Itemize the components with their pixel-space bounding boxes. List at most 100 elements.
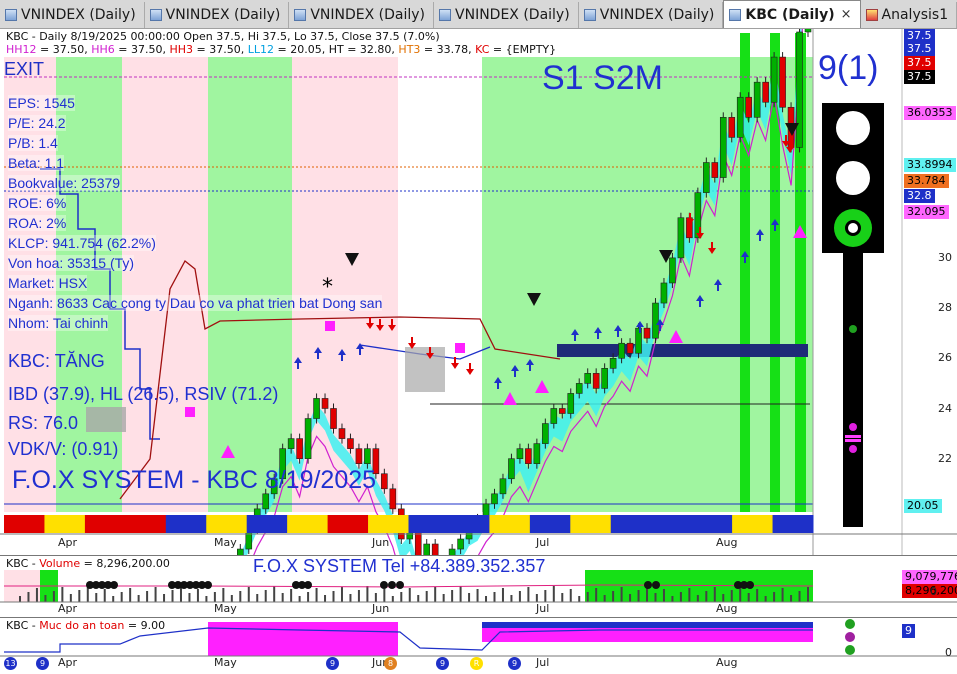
candle xyxy=(669,257,676,284)
price-header: KBC - Daily 8/19/2025 00:00:00 Open 37.5… xyxy=(6,30,440,43)
volume-bar xyxy=(518,591,521,602)
safety-badge: 9 xyxy=(508,657,521,670)
month-label: Jul xyxy=(536,602,550,615)
safety-panel[interactable]: KBC - Muc do an toan = 9.00 9 0 Apr May Ju… xyxy=(0,617,957,674)
consolidation-zone xyxy=(405,347,445,392)
volume-dot xyxy=(644,581,652,589)
volume-bar xyxy=(535,594,538,602)
candle xyxy=(753,81,761,118)
price-axis-box: 37.5 xyxy=(904,29,935,43)
close-icon[interactable]: × xyxy=(841,7,852,22)
volume-y-tick: 0 xyxy=(930,585,937,598)
volume-bar xyxy=(256,594,259,602)
volume-bar xyxy=(103,589,106,602)
volume-bar xyxy=(756,589,759,602)
volume-bar xyxy=(129,588,132,602)
header-prefix: KBC - xyxy=(6,557,40,570)
indicator-header-part: = 32.80, xyxy=(343,43,399,56)
indicator-header-part: = 33.78, xyxy=(420,43,476,56)
volume-bar xyxy=(230,595,233,602)
volume-bar xyxy=(612,591,615,602)
volume-bar xyxy=(442,594,445,602)
header-value: = 9.00 xyxy=(124,619,166,632)
volume-bar xyxy=(205,596,208,602)
trend-label: KBC: TĂNG xyxy=(8,351,105,371)
volume-bar xyxy=(35,588,38,602)
volume-bar xyxy=(171,590,174,602)
status-strip xyxy=(691,515,733,533)
signal-strength-bar xyxy=(843,253,863,527)
volume-bar xyxy=(722,594,725,602)
contact-title: F.O.X SYSTEM Tel +84.389.352.357 xyxy=(253,556,546,576)
volume-panel[interactable]: KBC - Volume = 8,296,200.00 F.O.X SYSTEM… xyxy=(0,555,957,617)
volume-bar xyxy=(662,589,665,602)
volume-bar xyxy=(27,592,30,602)
price-panel[interactable]: * KBC - Daily 8/19/2025 00:00:00 Open 37… xyxy=(0,29,957,555)
volume-bar xyxy=(290,589,293,602)
background-zone xyxy=(482,57,813,512)
candle xyxy=(567,393,575,414)
tab-vnindex-5[interactable]: VNINDEX (Daily) xyxy=(579,2,724,28)
price-axis-box: 32.8 xyxy=(904,189,935,203)
candle xyxy=(457,538,464,550)
candle xyxy=(262,493,270,510)
indicator-header-part: HT3 xyxy=(398,43,421,56)
candle xyxy=(347,438,354,449)
volume-bar xyxy=(112,596,115,602)
volume-dot xyxy=(388,581,396,589)
tab-label: VNINDEX (Daily) xyxy=(165,7,281,23)
status-strip xyxy=(529,515,571,533)
stage-label: S1 S2M xyxy=(542,59,663,97)
volume-bar xyxy=(637,590,640,602)
chart-icon xyxy=(5,9,17,21)
price-y-tick: 30 xyxy=(938,251,952,264)
volume-bar xyxy=(459,586,462,602)
volume-bar xyxy=(501,588,504,602)
volume-bar xyxy=(400,592,403,602)
volume-dot xyxy=(110,581,118,589)
analysis-icon xyxy=(865,9,878,21)
candle xyxy=(584,373,591,384)
candle xyxy=(703,162,710,193)
fundamental-item: EPS: 1545 xyxy=(8,95,75,111)
fundamental-item: Market: HSX xyxy=(8,275,88,291)
volume-bar xyxy=(19,596,21,602)
tab-vnindex-2[interactable]: VNINDEX (Daily) xyxy=(145,2,290,28)
background-zone xyxy=(122,57,208,512)
volume-bar xyxy=(163,594,166,602)
tab-vnindex-1[interactable]: VNINDEX (Daily) xyxy=(0,2,145,28)
fundamental-item: P/E: 24.2 xyxy=(8,115,66,131)
volume-bar xyxy=(408,588,411,602)
volume-bar xyxy=(374,593,377,602)
app-window: VNINDEX (Daily) VNINDEX (Daily) VNINDEX … xyxy=(0,0,957,674)
light-red-off xyxy=(836,111,870,145)
volume-bar xyxy=(476,589,479,602)
safety-status-dot xyxy=(845,645,855,655)
chart-icon xyxy=(583,9,596,21)
tab-vnindex-4[interactable]: VNINDEX (Daily) xyxy=(434,2,579,28)
volume-bar xyxy=(730,590,733,602)
month-label: Jul xyxy=(536,656,550,669)
chart-icon xyxy=(149,9,162,21)
volume-bar xyxy=(679,592,682,602)
indicator-header-part: KC xyxy=(475,43,490,56)
safety-badge: 9 xyxy=(326,657,339,670)
volume-bar xyxy=(273,586,276,602)
light-yellow-off xyxy=(836,161,870,195)
volume-bar xyxy=(239,591,242,602)
volume-bar xyxy=(95,593,98,602)
background-zone xyxy=(398,57,482,512)
safety-y-tick: 0 xyxy=(945,646,952,659)
tab-label: Analysis1 xyxy=(881,7,949,23)
chart-icon xyxy=(439,9,452,21)
volume-bar xyxy=(366,586,369,602)
price-axis-box: 33.8994 xyxy=(904,158,956,172)
tab-vnindex-3[interactable]: VNINDEX (Daily) xyxy=(289,2,435,28)
vdk-label: VDK/V: (0.91) xyxy=(8,439,119,459)
tab-kbc[interactable]: KBC (Daily) × xyxy=(723,0,861,28)
volume-bar xyxy=(222,588,225,602)
tab-analysis1[interactable]: Analysis1 xyxy=(861,2,957,28)
price-y-tick: 28 xyxy=(938,301,952,314)
volume-bar xyxy=(781,588,784,602)
candle xyxy=(618,342,625,359)
